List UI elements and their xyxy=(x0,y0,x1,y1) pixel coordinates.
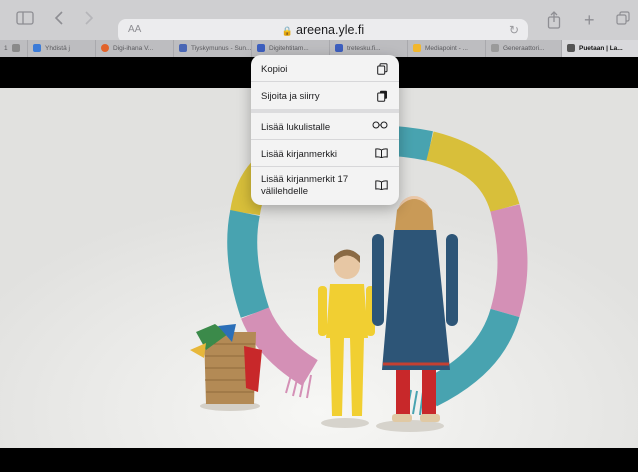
tabs-overview-icon[interactable] xyxy=(616,11,630,30)
paste-and-go-icon xyxy=(377,90,388,105)
menu-item-add-bookmark[interactable]: Lisää kirjanmerkki xyxy=(251,140,399,167)
tab-favicon-icon xyxy=(33,44,41,52)
tab-item-active[interactable]: Puetaan | La... xyxy=(562,40,638,57)
bookmark-book-icon xyxy=(375,180,388,194)
tab-favicon-icon xyxy=(179,44,187,52)
menu-item-label: Sijoita ja siirry xyxy=(261,91,320,102)
reload-icon[interactable]: ↻ xyxy=(509,23,519,37)
tab-label: 1 xyxy=(4,45,8,52)
bookmark-book-icon xyxy=(375,148,388,161)
tab-label: Digitehtitam... xyxy=(269,45,309,52)
tab-item[interactable]: Generaattori... xyxy=(486,40,562,57)
tab-favicon-icon xyxy=(567,44,575,52)
tab-item[interactable]: Yhdistä j xyxy=(28,40,96,57)
menu-item-label: Lisää lukulistalle xyxy=(261,122,331,133)
tab-item[interactable]: Mediapoint - ... xyxy=(408,40,486,57)
sidebar-icon[interactable] xyxy=(16,11,34,30)
tab-label: Puetaan | La... xyxy=(579,45,623,52)
tab-label: tretesku.fi... xyxy=(347,45,381,52)
tab-favicon-icon xyxy=(335,44,343,52)
tab-favicon-icon xyxy=(491,44,499,52)
back-chevron-left-icon[interactable] xyxy=(54,11,64,30)
browser-toolbar: AA 🔒 areena.yle.fi ↻ + xyxy=(0,0,638,43)
new-tab-plus-icon[interactable]: + xyxy=(584,11,595,29)
menu-item-label: Kopioi xyxy=(261,64,288,75)
tab-label: Generaattori... xyxy=(503,45,545,52)
tab-favicon-icon xyxy=(12,44,20,52)
tab-label: Digi-ihana V... xyxy=(113,45,154,52)
lock-icon: 🔒 xyxy=(281,26,294,36)
menu-item-paste-and-go[interactable]: Sijoita ja siirry xyxy=(251,82,399,109)
menu-item-add-bookmarks-for-tabs[interactable]: Lisää kirjanmerkit 17 välilehdelle xyxy=(251,167,399,205)
context-menu: Kopioi Sijoita ja siirry Lisää lukulista… xyxy=(251,55,399,205)
tab-favicon-icon xyxy=(257,44,265,52)
address-domain: 🔒 areena.yle.fi xyxy=(118,23,528,37)
tab-favicon-icon xyxy=(413,44,421,52)
reading-list-glasses-icon xyxy=(372,121,388,132)
tab-label: Tiyskymunus - Sun... xyxy=(191,45,252,52)
menu-item-label: Lisää kirjanmerkki xyxy=(261,149,338,160)
tab-label: Yhdistä j xyxy=(45,45,70,52)
tab-favicon-icon xyxy=(101,44,109,52)
menu-item-label: Lisää kirjanmerkit 17 välilehdelle xyxy=(261,174,349,197)
tab-item[interactable]: 1 xyxy=(0,40,28,57)
menu-item-copy[interactable]: Kopioi xyxy=(251,55,399,82)
copy-icon xyxy=(377,63,388,78)
domain-text: areena.yle.fi xyxy=(296,23,365,37)
share-icon[interactable] xyxy=(547,11,561,34)
tab-label: Mediapoint - ... xyxy=(425,45,468,52)
menu-item-add-to-reading-list[interactable]: Lisää lukulistalle xyxy=(251,113,399,140)
forward-chevron-right-icon[interactable] xyxy=(84,11,94,30)
tab-item[interactable]: Digi-ihana V... xyxy=(96,40,174,57)
tab-item[interactable]: Tiyskymunus - Sun... xyxy=(174,40,252,57)
